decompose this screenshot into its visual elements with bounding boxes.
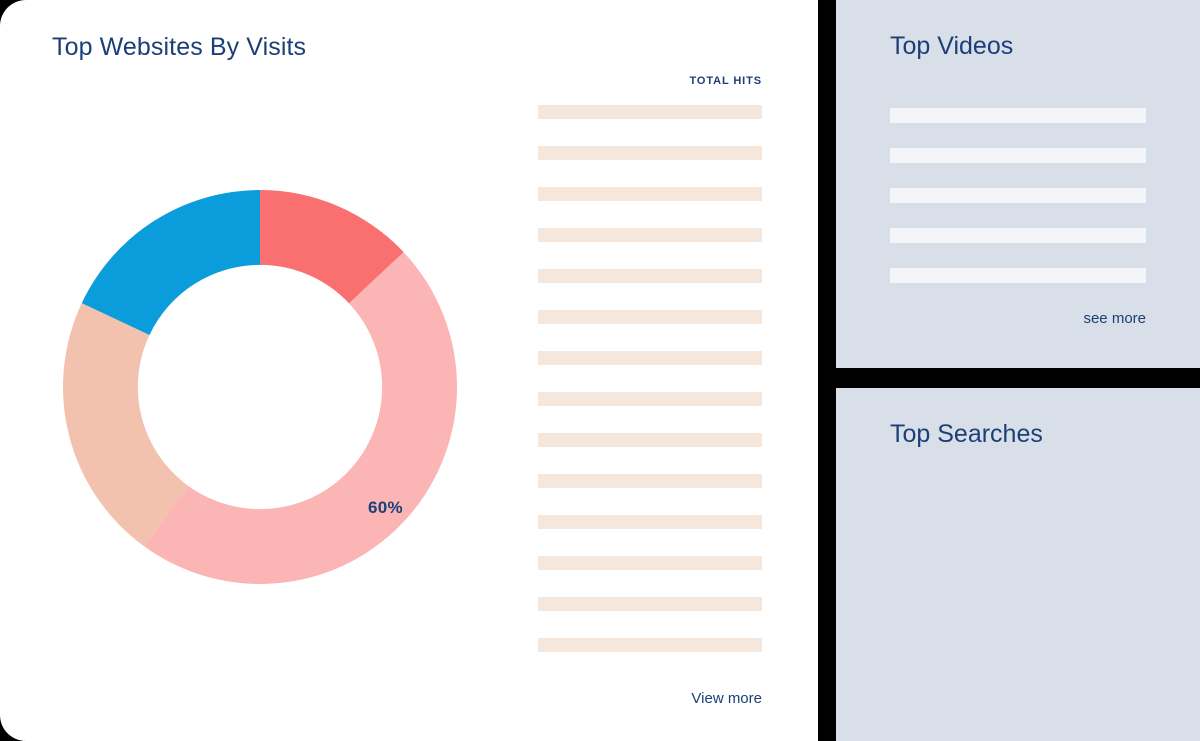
list-item[interactable]	[890, 188, 1146, 203]
hit-bar[interactable]	[538, 392, 762, 406]
list-item[interactable]	[890, 108, 1146, 123]
donut-chart	[60, 187, 460, 587]
top-videos-list	[890, 108, 1146, 283]
donut-slices	[62, 190, 457, 584]
donut-percentage-label: 60%	[368, 498, 403, 517]
hit-bar[interactable]	[538, 228, 762, 242]
hit-bar[interactable]	[538, 556, 762, 570]
hit-bar[interactable]	[538, 146, 762, 160]
top-searches-title: Top Searches	[890, 420, 1043, 448]
total-hits-list: TOTAL HITS	[538, 75, 762, 652]
hit-bar[interactable]	[538, 638, 762, 652]
hit-bar[interactable]	[538, 310, 762, 324]
donut-slice[interactable]	[62, 303, 189, 547]
hit-bar[interactable]	[538, 105, 762, 119]
donut-chart-svg	[62, 190, 457, 584]
hit-bar[interactable]	[538, 474, 762, 488]
top-searches-panel: Top Searches see more	[836, 388, 1200, 741]
top-videos-see-more-link[interactable]: see more	[890, 310, 1146, 327]
donut-slice[interactable]	[81, 190, 260, 335]
top-videos-title: Top Videos	[890, 32, 1014, 60]
hit-bar[interactable]	[538, 515, 762, 529]
hit-bar[interactable]	[538, 597, 762, 611]
top-videos-panel: Top Videos see more	[836, 0, 1200, 368]
hit-bar[interactable]	[538, 351, 762, 365]
hit-bar[interactable]	[538, 269, 762, 283]
view-more-link[interactable]: View more	[538, 690, 762, 707]
top-websites-card: Top Websites By Visits 60% TOTAL HITS Vi…	[0, 0, 818, 741]
list-item[interactable]	[890, 148, 1146, 163]
hit-bar[interactable]	[538, 433, 762, 447]
list-item[interactable]	[890, 268, 1146, 283]
page-title: Top Websites By Visits	[52, 33, 307, 61]
hit-bar[interactable]	[538, 187, 762, 201]
total-hits-heading: TOTAL HITS	[689, 75, 762, 87]
donut-slice[interactable]	[144, 252, 457, 584]
list-item[interactable]	[890, 228, 1146, 243]
hit-bar-group	[538, 105, 762, 652]
